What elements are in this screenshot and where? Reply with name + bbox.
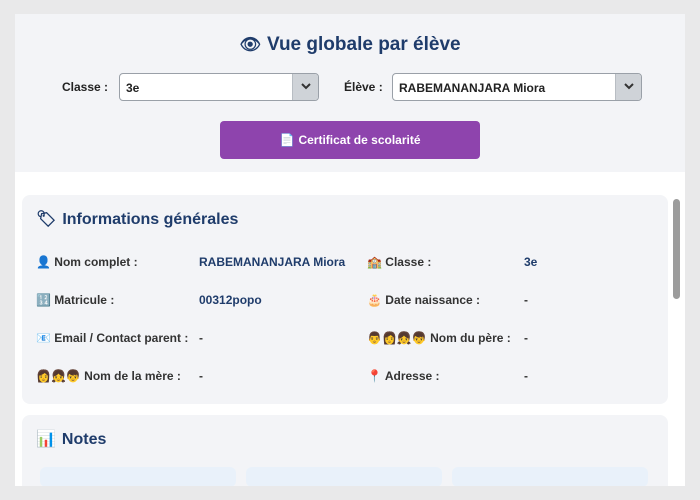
note-card	[246, 467, 442, 486]
field-label-address: 📍 Adresse :	[367, 369, 440, 383]
field-label-class: 🏫 Classe :	[367, 255, 431, 269]
field-label-text: Email / Contact parent :	[54, 331, 189, 345]
notes-card: 📊 Notes	[22, 415, 668, 486]
document-icon: 📄	[279, 133, 295, 147]
field-label-birth-date: 🎂 Date naissance :	[367, 293, 480, 307]
bar-chart-icon: 📊	[36, 431, 56, 448]
class-select-value: 3e	[126, 81, 140, 95]
field-label-text: Adresse :	[384, 369, 440, 383]
field-label-text: Nom du père :	[430, 331, 511, 345]
cake-icon: 🎂	[367, 293, 382, 307]
field-label-matricule: 🔢 Matricule :	[36, 293, 114, 307]
note-card	[452, 467, 648, 486]
field-label-text: Date naissance :	[385, 293, 481, 307]
class-label: Classe :	[62, 80, 109, 94]
scrollbar-thumb[interactable]	[673, 199, 680, 299]
user-icon: 👤	[36, 255, 51, 269]
notes-card-title-text: Notes	[61, 431, 107, 448]
note-card	[40, 467, 236, 486]
pin-icon: 📍	[367, 369, 382, 383]
field-value-full-name: RABEMANANJARA Miora	[199, 255, 346, 269]
field-value-mother-name: -	[199, 369, 203, 383]
scrollbar[interactable]	[672, 194, 683, 486]
class-select[interactable]: 3e	[119, 73, 319, 101]
field-value-father-name: -	[524, 331, 528, 345]
field-value-matricule: 00312popo	[199, 293, 262, 307]
info-card-title: 🏷 Informations générales	[36, 209, 238, 229]
field-label-mother-name: 👩👧👦 Nom de la mère :	[36, 369, 181, 383]
field-value-address: -	[524, 369, 528, 383]
field-label-text: Matricule :	[54, 293, 115, 307]
header-section: 👁 Vue globale par élève Classe : 3e Élève…	[15, 14, 685, 172]
chevron-down-icon[interactable]	[292, 74, 318, 100]
certificate-button[interactable]: 📄 Certificat de scolarité	[220, 121, 480, 159]
notes-card-title: 📊 Notes	[36, 429, 106, 449]
field-value-email: -	[199, 331, 203, 345]
info-card: 🏷 Informations générales 👤 Nom complet : …	[22, 195, 668, 404]
tag-icon: 🏷	[36, 211, 57, 228]
student-select[interactable]: RABEMANANJARA Miora	[392, 73, 642, 101]
email-icon: 📧	[36, 331, 51, 345]
field-label-full-name: 👤 Nom complet :	[36, 255, 138, 269]
family-icon: 👨👩👧👦	[367, 331, 427, 345]
page-title: 👁 Vue globale par élève	[15, 34, 685, 56]
eye-icon: 👁	[239, 35, 261, 54]
field-value-class: 3e	[524, 255, 538, 269]
field-label-text: Nom de la mère :	[84, 369, 181, 383]
student-label: Élève :	[344, 80, 383, 94]
school-icon: 🏫	[367, 255, 382, 269]
chevron-down-icon[interactable]	[615, 74, 641, 100]
numbers-icon: 🔢	[36, 293, 51, 307]
field-label-text: Nom complet :	[54, 255, 138, 269]
app-frame: 👁 Vue globale par élève Classe : 3e Élève…	[15, 14, 685, 486]
field-value-birth-date: -	[524, 293, 528, 307]
field-label-text: Classe :	[385, 255, 432, 269]
info-card-title-text: Informations générales	[62, 211, 239, 228]
field-label-father-name: 👨👩👧👦 Nom du père :	[367, 331, 511, 345]
page-title-text: Vue globale par élève	[266, 34, 461, 55]
certificate-button-label: Certificat de scolarité	[298, 133, 421, 147]
field-label-email: 📧 Email / Contact parent :	[36, 331, 188, 345]
family-icon: 👩👧👦	[36, 369, 81, 383]
student-select-value: RABEMANANJARA Miora	[399, 81, 546, 95]
